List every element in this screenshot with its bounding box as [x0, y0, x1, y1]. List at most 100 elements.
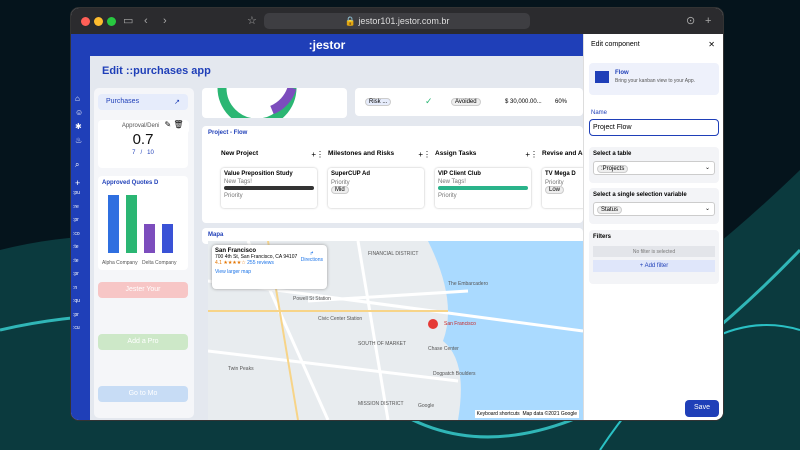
- more-icon[interactable]: ⋮: [423, 150, 431, 159]
- browser-toolbar: ▭ ‹ › ☆ 🔒 jestor101.jestor.com.br ⊙ +: [71, 8, 723, 34]
- component-description: Bring your kanban view to your App.: [615, 78, 696, 84]
- home-icon[interactable]: ⌂: [75, 94, 80, 103]
- users-icon[interactable]: ☺: [75, 108, 83, 117]
- card-title: Value Preposition Study: [224, 171, 293, 177]
- kanban-column: Assign Tasks + ⋮ VIP Client Club New Tags! Pr…: [435, 150, 540, 210]
- map-label: FINANCIAL DISTRICT: [368, 251, 419, 257]
- sidebar-app-item[interactable]: :cu: [73, 325, 80, 331]
- forward-icon[interactable]: ›: [163, 14, 167, 28]
- card-field-label: Priority: [224, 193, 243, 199]
- close-icon[interactable]: ✕: [708, 40, 715, 49]
- card-field-label: Priority: [438, 193, 457, 199]
- sidebar-app-item[interactable]: :pr: [73, 312, 79, 318]
- kpi-denominator: 10: [147, 150, 154, 156]
- edit-component-panel: Edit component ✕ Flow Bring your kanban v…: [583, 34, 723, 420]
- map-label: Chase Center: [428, 346, 459, 352]
- download-icon[interactable]: ⊙: [686, 14, 695, 28]
- component-name: Flow: [615, 70, 629, 76]
- variable-select[interactable]: Status ⌄: [593, 202, 715, 216]
- chart-bar[interactable]: [162, 224, 173, 253]
- map-label: SOUTH OF MARKET: [358, 341, 407, 347]
- more-icon[interactable]: ⋮: [316, 150, 324, 159]
- records-table-card: Risk ... ✓ Avoided $ 30,000.00... 60%: [355, 88, 583, 116]
- kanban-card[interactable]: Value Preposition Study New Tags! Priority: [221, 168, 317, 208]
- directions-button[interactable]: ↱ Directions: [301, 251, 323, 263]
- larger-map-link[interactable]: View larger map: [215, 269, 324, 275]
- minimize-window-button[interactable]: [94, 17, 103, 26]
- purchases-label: Purchases: [106, 98, 140, 105]
- address-bar[interactable]: 🔒 jestor101.jestor.com.br: [264, 13, 530, 29]
- purchases-link-button[interactable]: Purchases ↗: [98, 94, 188, 110]
- component-type-card: Flow Bring your kanban view to your App.: [589, 63, 719, 95]
- add-filter-button[interactable]: + Add filter: [593, 260, 715, 272]
- kanban-column: New Project + ⋮ Value Preposition Study New …: [221, 150, 326, 210]
- sidebar-toggle-icon[interactable]: ▭: [123, 14, 133, 28]
- map-pin-icon: [428, 319, 438, 329]
- card-tags-label: New Tags!: [224, 179, 252, 185]
- place-rating: 4.1: [215, 260, 222, 266]
- zoom-window-button[interactable]: [107, 17, 116, 26]
- rating-stars: ★★★★☆: [223, 260, 246, 266]
- edit-icon[interactable]: ✎: [164, 120, 171, 129]
- browser-window: ▭ ‹ › ☆ 🔒 jestor101.jestor.com.br ⊙ + :j…: [71, 8, 723, 420]
- panel-header: Edit component ✕: [584, 34, 723, 55]
- expand-icon[interactable]: ›: [75, 418, 78, 420]
- sidebar-app-item[interactable]: :pr: [73, 217, 79, 223]
- add-project-button[interactable]: Add a Pro: [98, 334, 188, 350]
- page-title: Edit ::purchases app: [102, 65, 211, 77]
- kanban-card[interactable]: VIP Client Club New Tags! Priority: [435, 168, 531, 208]
- new-tab-icon[interactable]: +: [705, 14, 711, 28]
- sidebar-app-item[interactable]: :pu: [73, 190, 80, 196]
- amount-value: $ 30,000.00...: [505, 99, 542, 105]
- external-link-icon: ↗: [174, 99, 180, 106]
- back-icon[interactable]: ‹: [144, 14, 148, 28]
- map-label: The Embarcadero: [448, 281, 489, 287]
- jester-button[interactable]: Jester Your: [98, 282, 188, 298]
- variable-select-group: Select a single selection variable Status…: [589, 188, 719, 224]
- map-title: Mapa: [208, 232, 224, 238]
- map-view[interactable]: FINANCIAL DISTRICT Powell St Station Civic…: [208, 241, 583, 420]
- left-column: Purchases ↗ Approval/Denial 0.7 7 / 10 Ap…: [94, 88, 194, 418]
- close-window-button[interactable]: [81, 17, 90, 26]
- name-input[interactable]: [589, 119, 719, 136]
- add-icon[interactable]: +: [75, 178, 80, 188]
- save-button[interactable]: Save: [685, 400, 719, 417]
- fire-icon[interactable]: ♨: [75, 136, 82, 145]
- sidebar-app-item[interactable]: :qu: [73, 298, 80, 304]
- sidebar-app-item[interactable]: :co: [73, 231, 80, 237]
- kpi-toolbar: ✎ 🗑: [159, 120, 189, 134]
- sidebar-app-item[interactable]: :pr: [73, 271, 79, 277]
- trash-icon[interactable]: 🗑: [173, 120, 183, 129]
- go-to-button[interactable]: Go to Mo: [98, 386, 188, 402]
- chart-bar[interactable]: [144, 224, 155, 253]
- sidebar-app-item[interactable]: :te: [73, 258, 79, 264]
- chart-category-label: Delta Company: [142, 260, 177, 266]
- kanban-card[interactable]: SuperCUP Ad Priority Mid: [328, 168, 424, 208]
- lock-icon: 🔒: [344, 15, 359, 26]
- table-select-group: Select a table :Projects ⌄: [589, 147, 719, 183]
- table-label: Select a table: [593, 151, 632, 157]
- pin-label: San Francisco: [444, 321, 476, 327]
- column-title: Milestones and Risks: [328, 150, 395, 157]
- map-label: MISSION DISTRICT: [358, 401, 404, 407]
- sidebar-app-item[interactable]: :te: [73, 244, 79, 250]
- card-tags-label: New Tags!: [438, 179, 466, 185]
- chart-bar[interactable]: [108, 195, 119, 253]
- tag-bar: [224, 186, 314, 190]
- sidebar-app-item[interactable]: :n: [73, 285, 77, 291]
- keyboard-shortcuts-link[interactable]: Keyboard shortcuts: [477, 411, 520, 417]
- reviews-link[interactable]: 255 reviews: [247, 260, 274, 266]
- more-icon[interactable]: ⋮: [530, 150, 538, 159]
- chart-bar[interactable]: [126, 195, 137, 253]
- table-value: :Projects: [597, 165, 629, 173]
- map-label: Powell St Station: [293, 296, 331, 302]
- bug-icon[interactable]: ✱: [75, 122, 82, 131]
- sidebar-app-item[interactable]: :re: [73, 204, 79, 210]
- filters-label: Filters: [593, 234, 612, 240]
- map-label: Civic Center Station: [318, 316, 363, 322]
- filters-group: Filters No filter is selected + Add filter: [589, 230, 719, 284]
- table-select[interactable]: :Projects ⌄: [593, 161, 715, 175]
- star-icon[interactable]: ☆: [247, 14, 257, 28]
- search-icon[interactable]: ⌕: [75, 160, 79, 170]
- status-chip: Avoided: [451, 98, 481, 106]
